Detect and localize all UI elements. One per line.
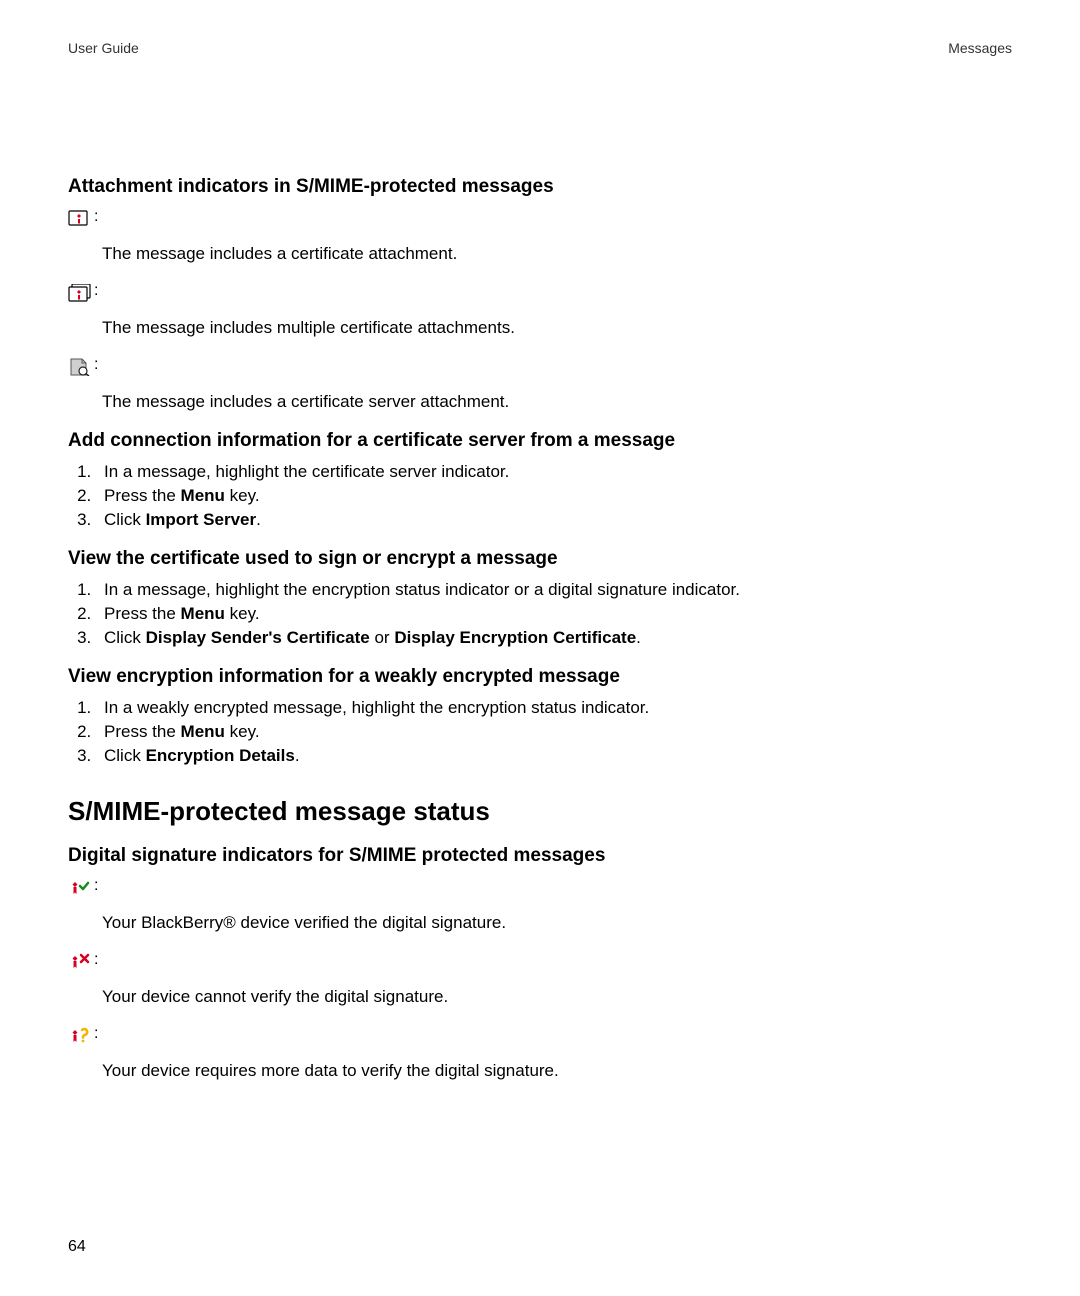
cert-server-attachment-icon: [68, 358, 92, 376]
step-item: Press the Menu key.: [96, 486, 1012, 506]
steps-view-certificate: In a message, highlight the encryption s…: [68, 580, 1012, 648]
page-header: User Guide Messages: [68, 40, 1012, 56]
header-right: Messages: [948, 40, 1012, 56]
indicator-sig-moredata-desc: Your device requires more data to verify…: [102, 1061, 1012, 1081]
indicator-cert-server: : The message includes a certificate ser…: [68, 356, 1012, 412]
indicator-sig-moredata: : Your device requires more data to veri…: [68, 1025, 1012, 1081]
cert-attachment-multi-icon: [68, 284, 92, 302]
step-item: Press the Menu key.: [96, 604, 1012, 624]
indicator-cert-server-desc: The message includes a certificate serve…: [102, 392, 1012, 412]
step-item: In a weakly encrypted message, highlight…: [96, 698, 1012, 718]
signature-unverified-icon: [68, 953, 92, 971]
step-item: Click Encryption Details.: [96, 746, 1012, 766]
header-left: User Guide: [68, 40, 139, 56]
indicator-sig-unverified-desc: Your device cannot verify the digital si…: [102, 987, 1012, 1007]
indicator-colon: :: [94, 208, 98, 226]
section-title-add-connection: Add connection information for a certifi…: [68, 430, 1012, 452]
step-item: Click Import Server.: [96, 510, 1012, 530]
page-number: 64: [68, 1238, 86, 1256]
section-title-view-certificate: View the certificate used to sign or enc…: [68, 548, 1012, 570]
indicator-sig-unverified: : Your device cannot verify the digital …: [68, 951, 1012, 1007]
step-item: Press the Menu key.: [96, 722, 1012, 742]
indicator-colon: :: [94, 356, 98, 374]
major-heading-smime-status: S/MIME-protected message status: [68, 796, 1012, 827]
signature-verified-icon: [68, 879, 92, 897]
indicator-single-cert: : The message includes a certificate att…: [68, 208, 1012, 264]
document-page: User Guide Messages Attachment indicator…: [0, 0, 1080, 1296]
indicator-colon: :: [94, 951, 98, 969]
section-title-digital-sig-indicators: Digital signature indicators for S/MIME …: [68, 845, 1012, 867]
section-title-view-encryption-info: View encryption information for a weakly…: [68, 666, 1012, 688]
indicator-colon: :: [94, 1025, 98, 1043]
step-item: Click Display Sender's Certificate or Di…: [96, 628, 1012, 648]
indicator-single-cert-desc: The message includes a certificate attac…: [102, 244, 1012, 264]
indicator-colon: :: [94, 877, 98, 895]
step-item: In a message, highlight the certificate …: [96, 462, 1012, 482]
indicator-multi-cert-desc: The message includes multiple certificat…: [102, 318, 1012, 338]
cert-attachment-single-icon: [68, 210, 92, 228]
indicator-multi-cert: : The message includes multiple certific…: [68, 282, 1012, 338]
indicator-sig-verified: : Your BlackBerry® device verified the d…: [68, 877, 1012, 933]
steps-add-connection: In a message, highlight the certificate …: [68, 462, 1012, 530]
indicator-sig-verified-desc: Your BlackBerry® device verified the dig…: [102, 913, 1012, 933]
indicator-colon: :: [94, 282, 98, 300]
signature-more-data-icon: [68, 1027, 92, 1045]
section-title-attachment-indicators: Attachment indicators in S/MIME-protecte…: [68, 176, 1012, 198]
steps-view-encryption: In a weakly encrypted message, highlight…: [68, 698, 1012, 766]
step-item: In a message, highlight the encryption s…: [96, 580, 1012, 600]
